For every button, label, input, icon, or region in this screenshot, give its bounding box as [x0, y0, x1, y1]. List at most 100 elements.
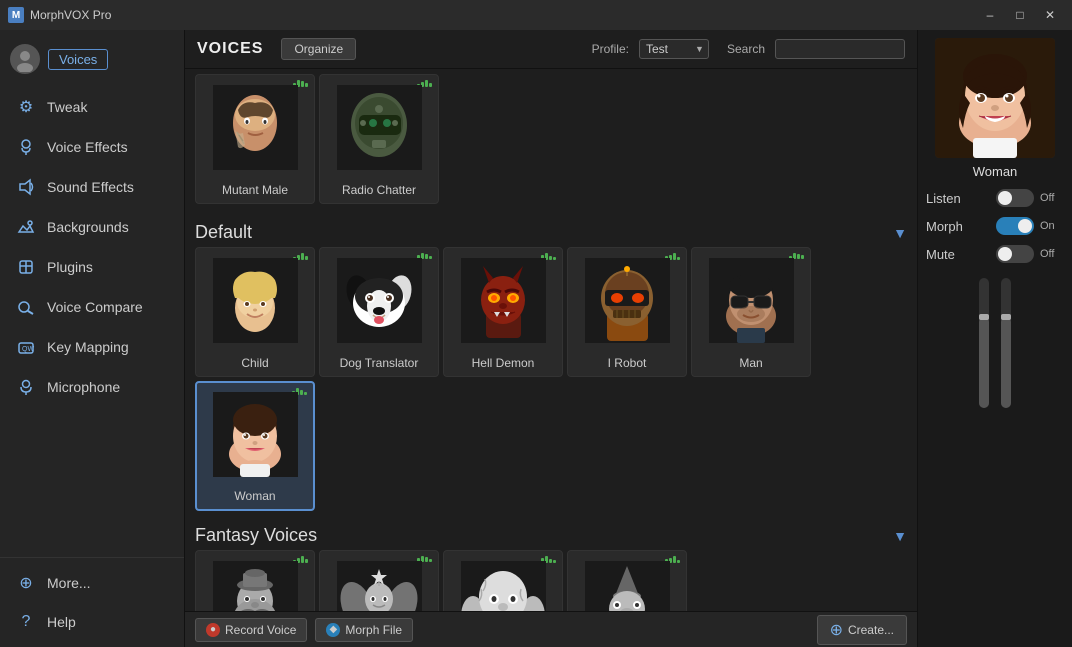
listen-control: Listen Off: [926, 189, 1064, 207]
close-button[interactable]: ✕: [1036, 5, 1064, 25]
default-grid: Child: [195, 247, 907, 519]
voice-card-giant[interactable]: Giant: [443, 550, 563, 611]
main-content: VOICES Organize Profile: Test Default Cu…: [185, 30, 917, 647]
listen-toggle-knob: [998, 191, 1012, 205]
sidebar-item-label: Sound Effects: [47, 179, 134, 195]
sidebar-item-label: Voice Effects: [47, 139, 128, 155]
title-bar: M MorphVOX Pro – □ ✕: [0, 0, 1072, 30]
sidebar-item-plugins[interactable]: Plugins: [5, 248, 179, 286]
maximize-button[interactable]: □: [1006, 5, 1034, 25]
voice-name: I Robot: [568, 352, 686, 376]
organize-button[interactable]: Organize: [281, 38, 356, 60]
section-collapse-icon[interactable]: ▼: [893, 225, 907, 241]
main-title: VOICES: [197, 40, 263, 58]
sidebar-item-help[interactable]: ? Help: [5, 603, 179, 641]
sidebar-item-voice-effects[interactable]: Voice Effects: [5, 128, 179, 166]
voice-name: Child: [196, 352, 314, 376]
section-title: Fantasy Voices: [195, 525, 317, 546]
sidebar-top: Voices: [0, 30, 184, 87]
mute-label: Mute: [926, 247, 971, 262]
key-mapping-icon: QW: [15, 336, 37, 358]
voice-compare-icon: [15, 296, 37, 318]
mute-toggle[interactable]: [996, 245, 1034, 263]
slider-thumb: [1001, 314, 1011, 320]
morph-file-button[interactable]: ◆ Morph File: [315, 618, 413, 642]
voice-image: [197, 383, 313, 485]
sidebar-item-tweak[interactable]: ⚙ Tweak: [5, 88, 179, 126]
section-header-default: Default ▼: [195, 216, 907, 247]
minimize-button[interactable]: –: [976, 5, 1004, 25]
sidebar-item-key-mapping[interactable]: QW Key Mapping: [5, 328, 179, 366]
search-input[interactable]: [775, 39, 905, 59]
sidebar-item-backgrounds[interactable]: Backgrounds: [5, 208, 179, 246]
search-label: Search: [727, 42, 765, 56]
voices-badge[interactable]: Voices: [48, 49, 108, 70]
voice-name: Dog Translator: [320, 352, 438, 376]
window-controls: – □ ✕: [976, 5, 1064, 25]
voice-image: [320, 248, 438, 352]
voice-card-radio-chatter[interactable]: Radio Chatter: [319, 74, 439, 204]
voice-image: [320, 551, 438, 611]
sidebar-item-microphone[interactable]: Microphone: [5, 368, 179, 406]
voice-card-mutant-male[interactable]: Mutant Male: [195, 74, 315, 204]
more-icon: ⊕: [15, 572, 37, 594]
create-plus-icon: ⊕: [830, 620, 843, 640]
create-button[interactable]: ⊕ Create...: [817, 615, 907, 645]
voice-card-dog-translator[interactable]: Dog Translator: [319, 247, 439, 377]
sidebar-item-more[interactable]: ⊕ More...: [5, 564, 179, 602]
backgrounds-icon: [15, 216, 37, 238]
sidebar-item-sound-effects[interactable]: Sound Effects: [5, 168, 179, 206]
voice-card-man[interactable]: Man: [691, 247, 811, 377]
voices-area: Mutant Male: [185, 69, 917, 611]
listen-state: Off: [1040, 192, 1064, 204]
voice-image: [196, 551, 314, 611]
plugins-icon: [15, 256, 37, 278]
slider-fill: [1001, 317, 1011, 408]
voice-name: Mutant Male: [196, 179, 314, 203]
voice-image: [196, 75, 314, 179]
voice-card-dwarf[interactable]: Dwarf: [195, 550, 315, 611]
avatar: [10, 44, 40, 74]
listen-label: Listen: [926, 191, 971, 206]
morph-toggle-container: On: [996, 217, 1064, 235]
slider-fill: [979, 317, 989, 408]
microphone-icon: [15, 376, 37, 398]
listen-toggle[interactable]: [996, 189, 1034, 207]
section-collapse-icon[interactable]: ▼: [893, 528, 907, 544]
slider-thumb: [979, 314, 989, 320]
preview-name: Woman: [973, 164, 1018, 179]
voice-image: [444, 551, 562, 611]
voice-name: Radio Chatter: [320, 179, 438, 203]
morph-toggle[interactable]: [996, 217, 1034, 235]
morph-control: Morph On: [926, 217, 1064, 235]
morph-icon: ◆: [326, 623, 340, 637]
mute-toggle-knob: [998, 247, 1012, 261]
sidebar-item-voice-compare[interactable]: Voice Compare: [5, 288, 179, 326]
app-body: Voices ⚙ Tweak Voice Effects Sound Effec…: [0, 30, 1072, 647]
voice-card-child[interactable]: Child: [195, 247, 315, 377]
bottom-bar: ● Record Voice ◆ Morph File ⊕ Create...: [185, 611, 917, 647]
profile-select[interactable]: Test Default Custom: [639, 39, 709, 59]
voice-name: Woman: [197, 485, 313, 509]
voice-image: [692, 248, 810, 352]
voice-card-i-robot[interactable]: I Robot: [567, 247, 687, 377]
volume-slider-1[interactable]: [979, 278, 989, 408]
volume-sliders: [973, 278, 1017, 408]
record-voice-button[interactable]: ● Record Voice: [195, 618, 307, 642]
sidebar: Voices ⚙ Tweak Voice Effects Sound Effec…: [0, 30, 185, 647]
sidebar-item-label: Help: [47, 614, 76, 630]
voice-card-woman[interactable]: Woman: [195, 381, 315, 511]
voice-image: [444, 248, 562, 352]
voice-card-female-pixie[interactable]: Female Pixie: [319, 550, 439, 611]
voice-card-nasty-gnome[interactable]: Nasty Gnome: [567, 550, 687, 611]
profile-wrapper: Test Default Custom: [639, 39, 709, 59]
voice-card-hell-demon[interactable]: Hell Demon: [443, 247, 563, 377]
mute-state: Off: [1040, 248, 1064, 260]
controls-section: Listen Off Morph On: [926, 189, 1064, 273]
voice-image: [568, 248, 686, 352]
sidebar-item-label: Plugins: [47, 259, 93, 275]
app-title: MorphVOX Pro: [30, 8, 976, 22]
morph-toggle-knob: [1018, 219, 1032, 233]
volume-slider-2[interactable]: [1001, 278, 1011, 408]
profile-label: Profile:: [592, 42, 629, 56]
